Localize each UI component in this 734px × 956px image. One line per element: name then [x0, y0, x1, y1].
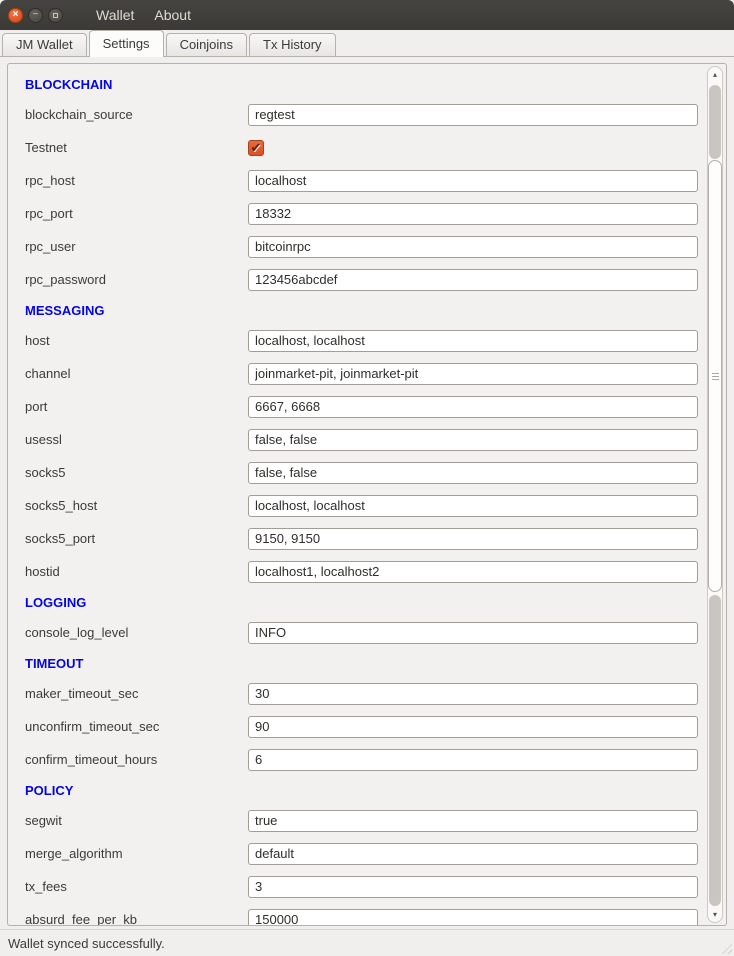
field-row-socks5-port: socks5_port [25, 522, 700, 555]
field-row-socks5-host: socks5_host [25, 489, 700, 522]
socks5-input[interactable] [248, 462, 698, 484]
tab-tx-history[interactable]: Tx History [249, 33, 336, 56]
field-label: confirm_timeout_hours [25, 752, 248, 767]
field-row-host: host [25, 324, 700, 357]
field-label: channel [25, 366, 248, 381]
tab-coinjoins[interactable]: Coinjoins [166, 33, 247, 56]
checkmark-icon: ✔ [251, 140, 262, 156]
section-header-logging: LOGGING [25, 595, 700, 613]
status-bar: Wallet synced successfully. [0, 929, 734, 956]
field-label: host [25, 333, 248, 348]
field-row-rpc-user: rpc_user [25, 230, 700, 263]
merge-algorithm-input[interactable] [248, 843, 698, 865]
field-label: absurd_fee_per_kb [25, 912, 248, 926]
console-log-level-input[interactable] [248, 622, 698, 644]
scroll-down-arrow-icon[interactable]: ▾ [708, 908, 722, 921]
field-label: Testnet [25, 140, 248, 155]
channel-input[interactable] [248, 363, 698, 385]
field-label: socks5_port [25, 531, 248, 546]
field-row-port: port [25, 390, 700, 423]
field-row-tx-fees: tx_fees [25, 870, 700, 903]
field-label: rpc_host [25, 173, 248, 188]
field-label: maker_timeout_sec [25, 686, 248, 701]
scrollbar-groove-top[interactable] [709, 85, 721, 159]
segwit-input[interactable] [248, 810, 698, 832]
section-header-timeout: TIMEOUT [25, 656, 700, 674]
usessl-input[interactable] [248, 429, 698, 451]
section-header-messaging: MESSAGING [25, 303, 700, 321]
field-label: rpc_user [25, 239, 248, 254]
unconfirm-timeout-sec-input[interactable] [248, 716, 698, 738]
field-row-console-log-level: console_log_level [25, 616, 700, 649]
maker-timeout-sec-input[interactable] [248, 683, 698, 705]
field-row-socks5: socks5 [25, 456, 700, 489]
section-header-blockchain: BLOCKCHAIN [25, 77, 700, 95]
host-input[interactable] [248, 330, 698, 352]
field-label: socks5 [25, 465, 248, 480]
scrollbar-groove-bottom[interactable] [709, 595, 721, 906]
field-row-hostid: hostid [25, 555, 700, 588]
absurd-fee-per-kb-input[interactable] [248, 909, 698, 927]
status-message: Wallet synced successfully. [8, 936, 165, 951]
close-button[interactable]: × [8, 8, 23, 23]
titlebar: × − Wallet About [0, 0, 734, 30]
field-row-testnet: Testnet ✔ [25, 131, 700, 164]
minimize-icon: − [33, 10, 39, 20]
field-row-confirm-timeout-hours: confirm_timeout_hours [25, 743, 700, 776]
field-row-rpc-password: rpc_password [25, 263, 700, 296]
field-label: unconfirm_timeout_sec [25, 719, 248, 734]
field-label: port [25, 399, 248, 414]
testnet-checkbox[interactable]: ✔ [248, 140, 264, 156]
settings-scroll-area: BLOCKCHAIN blockchain_source Testnet ✔ r… [7, 63, 727, 926]
scrollbar-grip-icon [712, 373, 719, 374]
maximize-button[interactable] [48, 8, 63, 23]
settings-form: BLOCKCHAIN blockchain_source Testnet ✔ r… [8, 64, 700, 926]
field-row-channel: channel [25, 357, 700, 390]
menubar: Wallet About [86, 3, 201, 27]
field-row-absurd-fee-per-kb: absurd_fee_per_kb [25, 903, 700, 926]
port-input[interactable] [248, 396, 698, 418]
rpc-user-input[interactable] [248, 236, 698, 258]
section-header-policy: POLICY [25, 783, 700, 801]
field-row-blockchain-source: blockchain_source [25, 98, 700, 131]
scrollbar-thumb[interactable] [708, 160, 722, 592]
close-icon: × [13, 10, 19, 20]
resize-grip[interactable] [719, 941, 732, 954]
field-row-usessl: usessl [25, 423, 700, 456]
field-label: rpc_port [25, 206, 248, 221]
field-label: usessl [25, 432, 248, 447]
confirm-timeout-hours-input[interactable] [248, 749, 698, 771]
tab-settings[interactable]: Settings [89, 30, 164, 57]
field-row-segwit: segwit [25, 804, 700, 837]
hostid-input[interactable] [248, 561, 698, 583]
field-row-maker-timeout-sec: maker_timeout_sec [25, 677, 700, 710]
socks5-port-input[interactable] [248, 528, 698, 550]
menu-about[interactable]: About [144, 3, 201, 27]
rpc-port-input[interactable] [248, 203, 698, 225]
maximize-icon [53, 13, 58, 18]
field-row-rpc-host: rpc_host [25, 164, 700, 197]
field-row-unconfirm-timeout-sec: unconfirm_timeout_sec [25, 710, 700, 743]
field-label: console_log_level [25, 625, 248, 640]
socks5-host-input[interactable] [248, 495, 698, 517]
minimize-button[interactable]: − [28, 8, 43, 23]
rpc-password-input[interactable] [248, 269, 698, 291]
blockchain-source-input[interactable] [248, 104, 698, 126]
vertical-scrollbar[interactable]: ▴ ▾ [707, 66, 723, 923]
field-label: socks5_host [25, 498, 248, 513]
tab-bar: JM Wallet Settings Coinjoins Tx History [0, 30, 734, 57]
scroll-up-arrow-icon[interactable]: ▴ [708, 68, 722, 81]
menu-wallet[interactable]: Wallet [86, 3, 144, 27]
rpc-host-input[interactable] [248, 170, 698, 192]
tab-jm-wallet[interactable]: JM Wallet [2, 33, 87, 56]
field-row-rpc-port: rpc_port [25, 197, 700, 230]
field-label: merge_algorithm [25, 846, 248, 861]
field-label: segwit [25, 813, 248, 828]
field-label: rpc_password [25, 272, 248, 287]
field-label: tx_fees [25, 879, 248, 894]
field-row-merge-algorithm: merge_algorithm [25, 837, 700, 870]
field-label: blockchain_source [25, 107, 248, 122]
tx-fees-input[interactable] [248, 876, 698, 898]
field-label: hostid [25, 564, 248, 579]
